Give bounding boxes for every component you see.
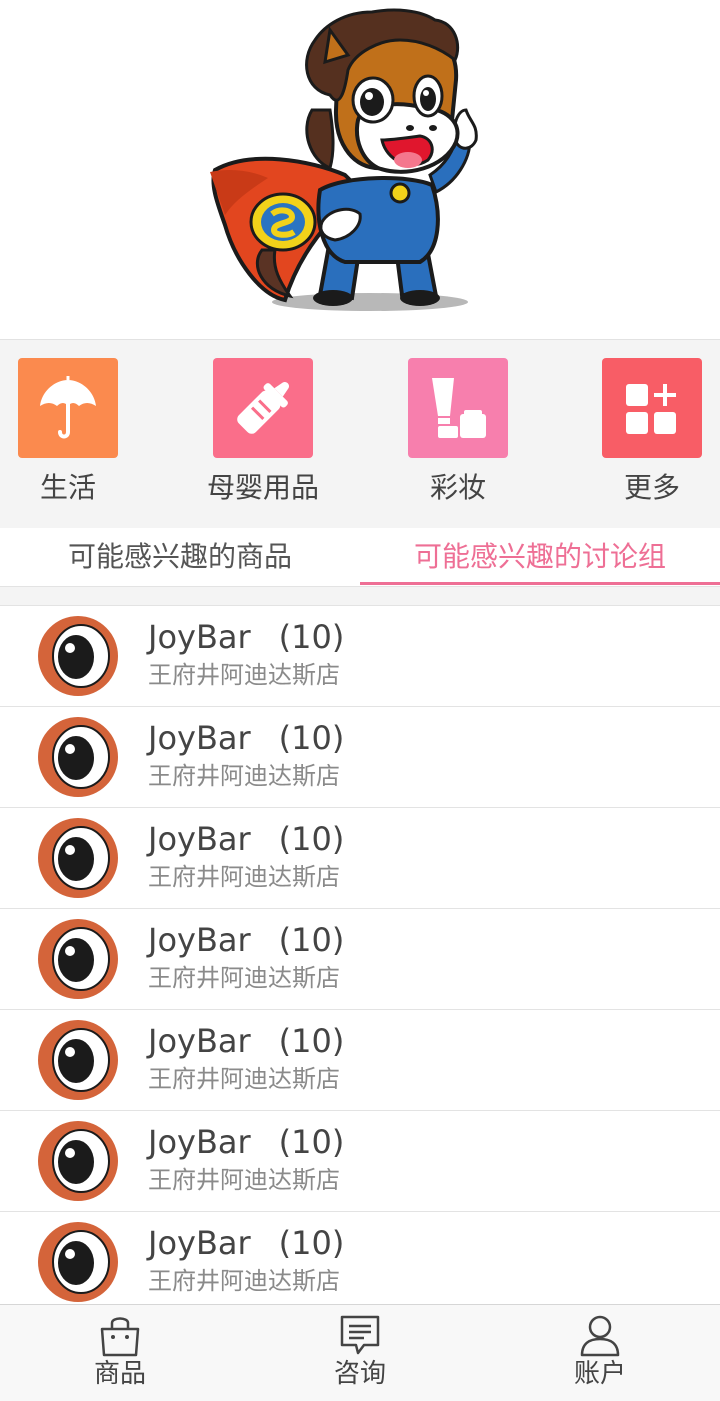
group-name: JoyBar [148,820,251,858]
group-avatar [38,1020,118,1100]
nav-consult[interactable]: 咨询 [300,1305,420,1401]
cosmetics-icon [432,378,486,438]
group-count: (10) [278,719,345,757]
tab-interested-products[interactable]: 可能感兴趣的商品 [0,528,360,586]
list-item[interactable]: JoyBar (10) 王府井阿迪达斯店 [0,909,720,1010]
nav-label: 咨询 [333,1359,386,1389]
list-item[interactable]: JoyBar (10) 王府井阿迪达斯店 [0,707,720,808]
category-bar: 生活 母婴用品 彩妆 更多 [0,339,720,529]
group-title: JoyBar (10) [148,1224,344,1262]
category-label: 母婴用品 [206,471,319,504]
group-store: 王府井阿迪达斯店 [148,762,340,790]
group-avatar [38,818,118,898]
section-divider [0,587,720,606]
group-count: (10) [278,1224,345,1262]
group-avatar [38,1222,118,1302]
group-name: JoyBar [148,719,251,757]
group-name: JoyBar [148,1022,251,1060]
list-item[interactable]: JoyBar (10) 王府井阿迪达斯店 [0,1111,720,1212]
nav-products[interactable]: 商品 [60,1305,180,1401]
content-tabs: 可能感兴趣的商品 可能感兴趣的讨论组 [0,528,720,587]
group-name: JoyBar [148,921,251,959]
group-title: JoyBar (10) [148,820,344,858]
category-tile [18,358,118,458]
group-count: (10) [278,1022,345,1060]
group-store: 王府井阿迪达斯店 [148,661,340,689]
bottom-nav: 商品 咨询 账户 [0,1304,720,1401]
group-name: JoyBar [148,618,251,656]
category-tile [408,358,508,458]
group-avatar [38,1121,118,1201]
group-avatar [38,616,118,696]
category-more[interactable]: 更多 [592,358,712,518]
group-count: (10) [278,1123,345,1161]
group-count: (10) [278,921,345,959]
category-label: 更多 [623,471,680,504]
nav-label: 商品 [93,1359,146,1389]
mascot-illustration [210,8,478,311]
list-item[interactable]: JoyBar (10) 王府井阿迪达斯店 [0,1212,720,1313]
group-title: JoyBar (10) [148,719,344,757]
group-store: 王府井阿迪达斯店 [148,863,340,891]
group-count: (10) [278,820,345,858]
group-count: (10) [278,618,345,656]
category-tile [602,358,702,458]
category-makeup[interactable]: 彩妆 [398,358,518,518]
user-icon [580,1315,620,1357]
group-title: JoyBar (10) [148,1022,344,1060]
category-label: 彩妆 [429,471,486,504]
chat-bubble-icon [340,1315,380,1355]
category-tile [213,358,313,458]
baby-bottle-icon [237,382,289,434]
list-item[interactable]: JoyBar (10) 王府井阿迪达斯店 [0,1010,720,1111]
nav-account[interactable]: 账户 [540,1305,660,1401]
group-store: 王府井阿迪达斯店 [148,1267,340,1295]
group-store: 王府井阿迪达斯店 [148,964,340,992]
group-avatar [38,717,118,797]
more-grid-icon [626,384,676,434]
nav-label: 账户 [573,1359,626,1389]
group-name: JoyBar [148,1224,251,1262]
category-life[interactable]: 生活 [8,358,128,518]
category-label: 生活 [39,471,96,504]
list-item[interactable]: JoyBar (10) 王府井阿迪达斯店 [0,808,720,909]
group-title: JoyBar (10) [148,921,344,959]
list-item[interactable]: JoyBar (10) 王府井阿迪达斯店 [0,606,720,707]
group-avatar [38,919,118,999]
discussion-group-list: JoyBar (10) 王府井阿迪达斯店 JoyBar (10) 王府井阿迪达斯店 … [0,606,720,1313]
group-title: JoyBar (10) [148,618,344,656]
group-store: 王府井阿迪达斯店 [148,1065,340,1093]
banner[interactable] [0,0,720,338]
group-name: JoyBar [148,1123,251,1161]
active-tab-indicator [360,582,720,585]
group-store: 王府井阿迪达斯店 [148,1166,340,1194]
umbrella-icon [40,376,96,439]
group-title: JoyBar (10) [148,1123,344,1161]
shopping-bag-icon [100,1317,140,1357]
tab-interested-groups[interactable]: 可能感兴趣的讨论组 [360,528,720,586]
category-baby[interactable]: 母婴用品 [203,358,323,518]
